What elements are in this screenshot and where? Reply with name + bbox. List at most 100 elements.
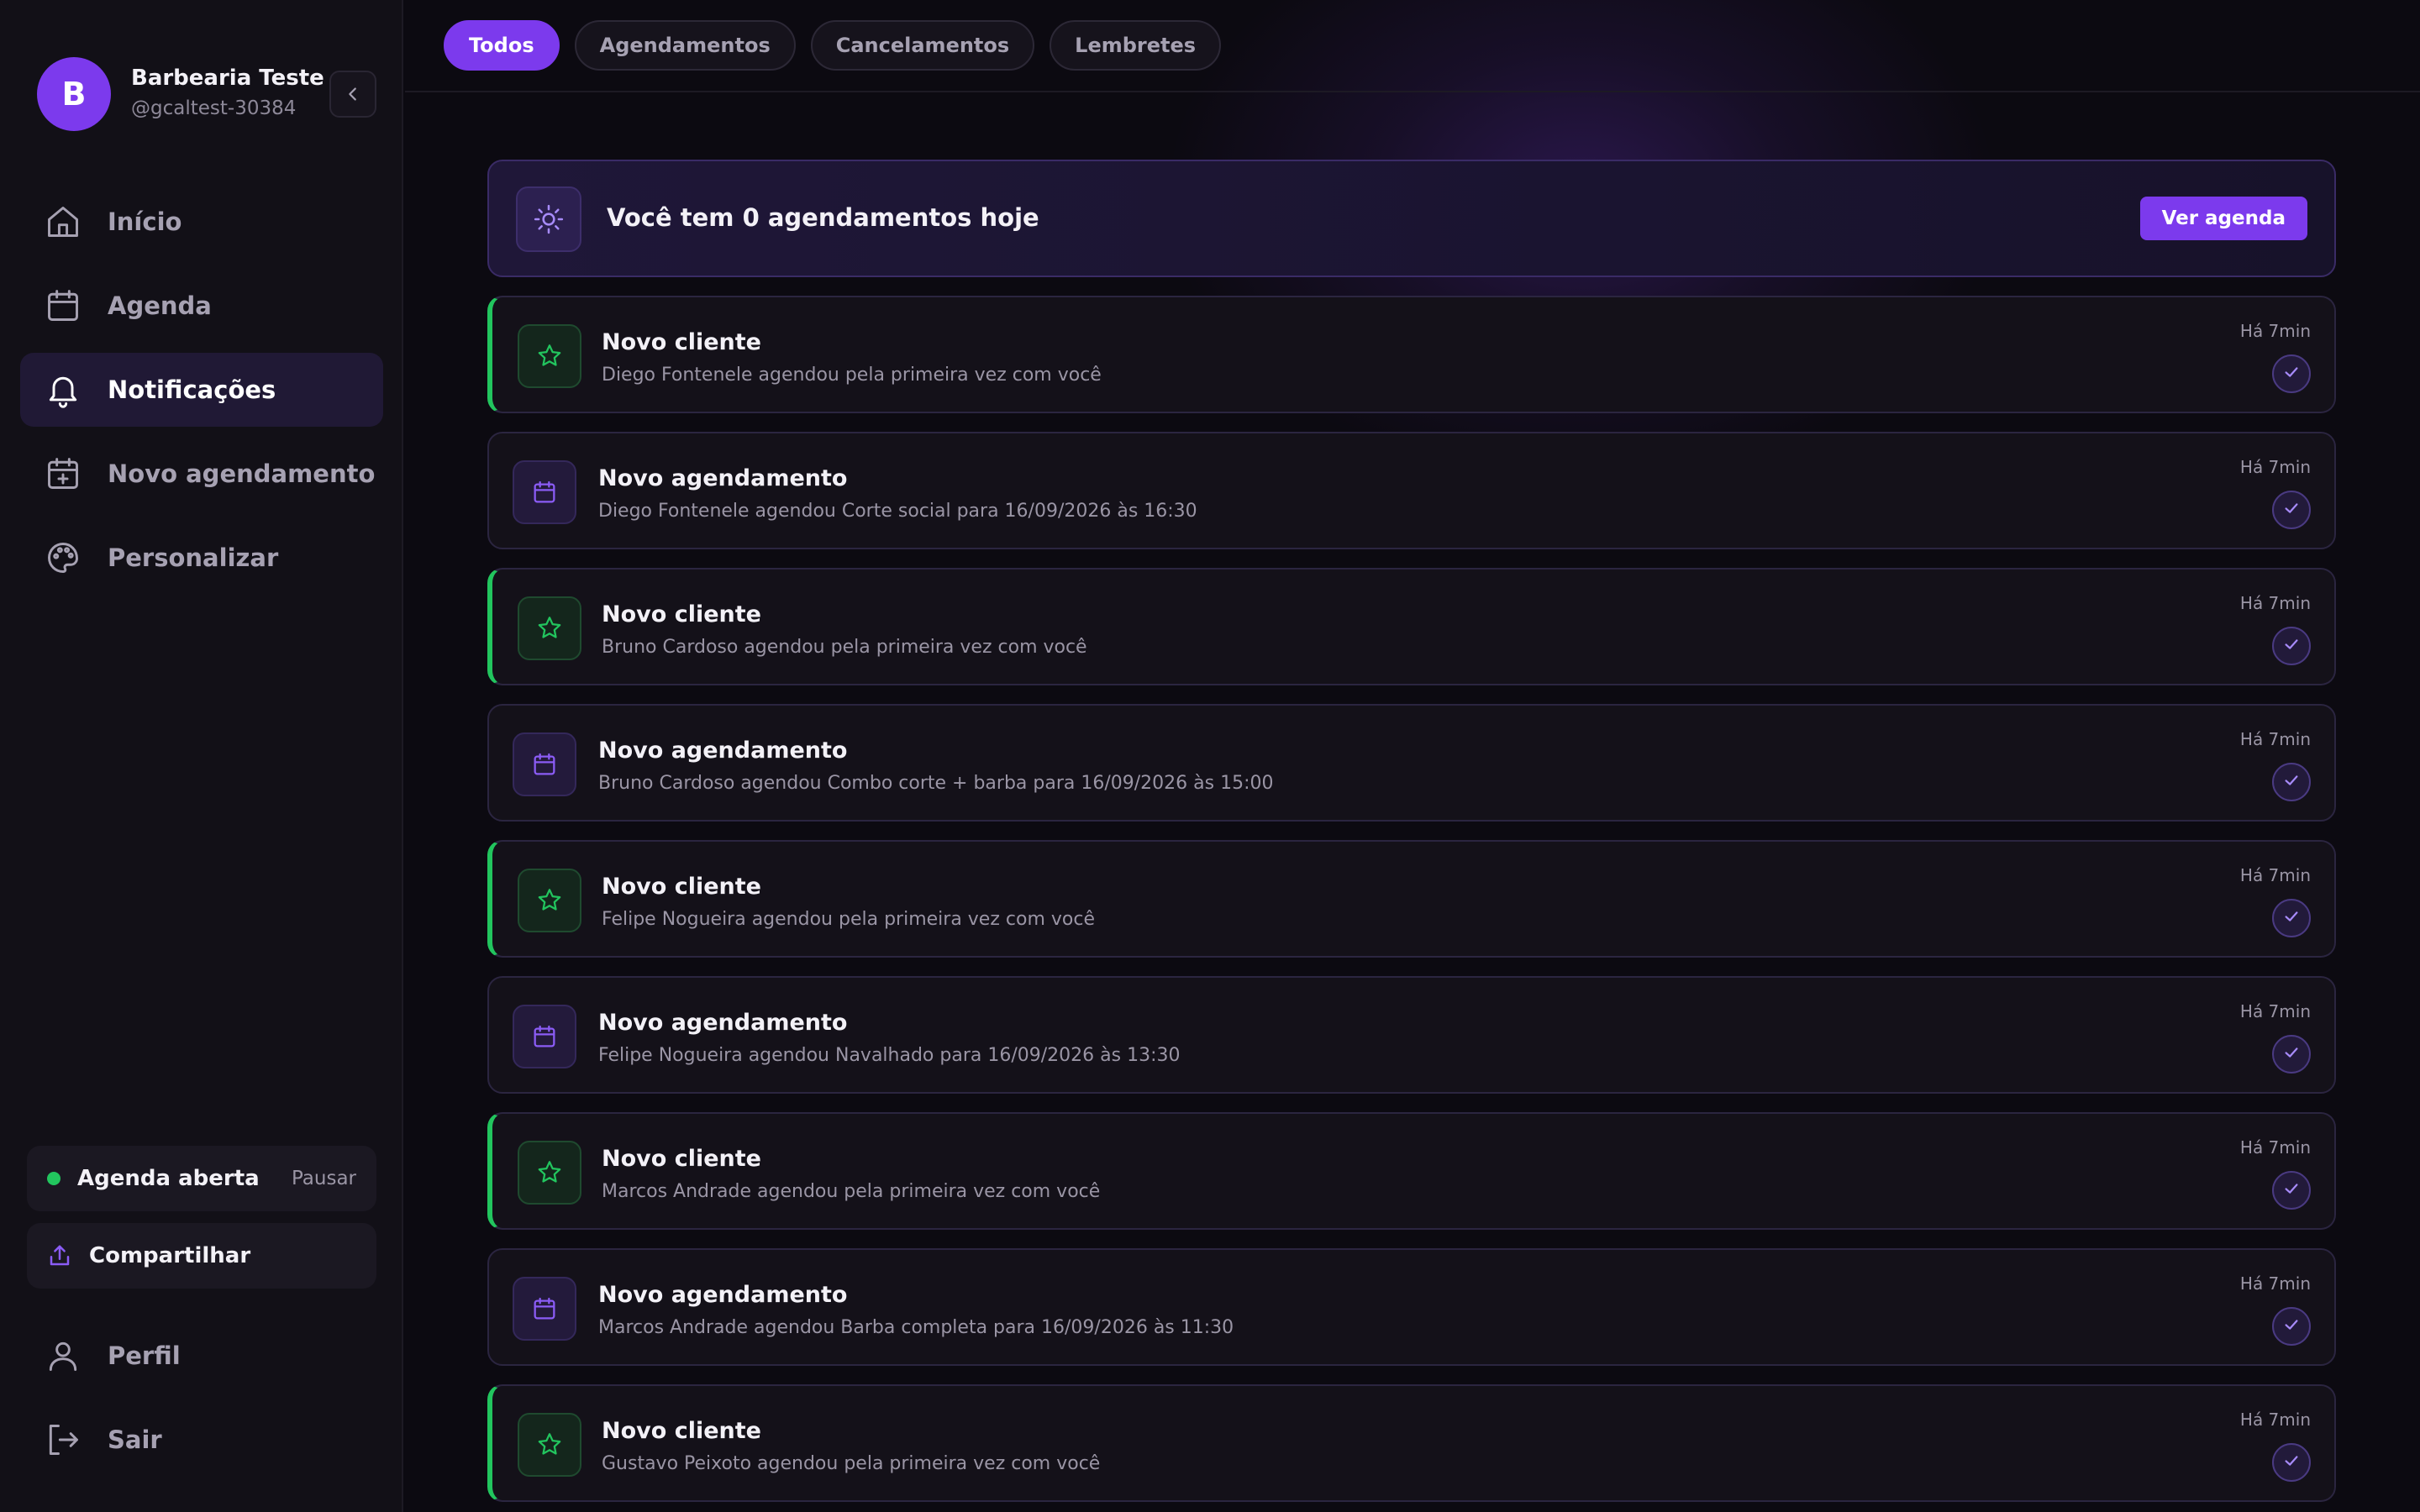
star-icon [518,869,581,932]
calendar-icon [513,732,576,796]
notification-item[interactable]: Novo cliente Felipe Nogueira agendou pela… [487,840,2336,958]
notification-list: Novo cliente Diego Fontenele agendou pela… [487,296,2336,1512]
avatar[interactable]: B [37,57,111,131]
notification-description: Bruno Cardoso agendou Combo corte + barb… [598,773,1274,794]
notification-time: Há 7min [2239,1001,2311,1021]
notification-item[interactable]: Novo agendamento Marcos Andrade agendou B… [487,1248,2336,1366]
calendar-icon [513,460,576,524]
sidebar-item-label: Sair [108,1425,162,1454]
check-icon [2282,363,2301,385]
share-label: Compartilhar [89,1243,251,1268]
view-agenda-button[interactable]: Ver agenda [2139,197,2307,240]
home-icon [44,202,82,241]
notification-title: Novo agendamento [598,1010,848,1036]
calendar-icon [513,1005,576,1068]
sidebar: B Barbearia Teste @gcaltest-30384 Início… [0,0,403,1512]
sun-icon [516,186,581,252]
mark-read-button[interactable] [2272,354,2311,393]
mark-read-button[interactable] [2272,1443,2311,1482]
notification-time: Há 7min [2239,1137,2311,1158]
sidebar-nav: Início Agenda Notificações Novo agendame… [20,185,383,605]
status-dot [47,1172,60,1185]
notification-title: Novo agendamento [598,465,848,491]
sidebar-item-sair[interactable]: Sair [20,1403,383,1477]
notification-title: Novo cliente [602,1146,761,1172]
profile-name: Barbearia Teste [131,66,324,91]
profile-header: B Barbearia Teste @gcaltest-30384 [37,57,376,131]
tab-lembretes[interactable]: Lembretes [1050,20,1222,71]
sidebar-item-label: Perfil [108,1341,181,1370]
sidebar-item-label: Personalizar [108,543,279,572]
share-button[interactable]: Compartilhar [27,1223,376,1289]
chevron-left-icon [349,87,356,101]
agenda-status: Agenda aberta Pausar [27,1146,376,1211]
notification-item[interactable]: Novo agendamento Diego Fontenele agendou … [487,432,2336,549]
notification-time: Há 7min [2239,729,2311,749]
mark-read-button[interactable] [2272,1307,2311,1346]
notification-time: Há 7min [2239,1273,2311,1294]
notification-title: Novo agendamento [598,738,848,764]
calendar-icon [44,286,82,325]
notification-item[interactable]: Novo cliente Marcos Andrade agendou pela … [487,1112,2336,1230]
check-icon [2282,1179,2301,1201]
profile-handle: @gcaltest-30384 [131,97,297,119]
notification-description: Felipe Nogueira agendou pela primeira ve… [602,909,1095,930]
check-icon [2282,771,2301,793]
check-icon [2282,1315,2301,1337]
notification-item[interactable]: Novo cliente Bruno Cardoso agendou pela p… [487,568,2336,685]
sidebar-item-notificacoes[interactable]: Notificações [20,353,383,427]
notification-description: Marcos Andrade agendou Barba completa pa… [598,1317,1234,1338]
check-icon [2282,499,2301,521]
mark-read-button[interactable] [2272,627,2311,665]
star-icon [518,596,581,660]
sidebar-item-label: Notificações [108,375,276,404]
mark-read-button[interactable] [2272,763,2311,801]
notification-time: Há 7min [2239,865,2311,885]
notification-description: Marcos Andrade agendou pela primeira vez… [602,1181,1101,1202]
check-icon [2282,907,2301,929]
sidebar-item-agenda[interactable]: Agenda [20,269,383,343]
sidebar-item-label: Início [108,207,182,236]
mark-read-button[interactable] [2272,1171,2311,1210]
sidebar-item-personalizar[interactable]: Personalizar [20,521,383,595]
mark-read-button[interactable] [2272,491,2311,529]
notification-title: Novo cliente [602,329,761,355]
share-icon [50,1245,70,1266]
notification-item[interactable]: Novo agendamento Felipe Nogueira agendou … [487,976,2336,1094]
notification-description: Felipe Nogueira agendou Navalhado para 1… [598,1045,1181,1066]
sidebar-item-label: Agenda [108,291,212,320]
sidebar-bottom-nav: Perfil Sair [20,1319,383,1487]
app-window: B Barbearia Teste @gcaltest-30384 Início… [0,0,2420,1512]
notification-description: Diego Fontenele agendou pela primeira ve… [602,365,1102,386]
today-summary-card: Você tem 0 agendamentos hoje Ver agenda [487,160,2336,277]
mark-read-button[interactable] [2272,1035,2311,1074]
notification-time: Há 7min [2239,593,2311,613]
pause-button[interactable]: Pausar [292,1168,356,1189]
star-icon [518,1141,581,1205]
tab-agendamentos[interactable]: Agendamentos [574,20,796,71]
notification-item[interactable]: Novo cliente Gustavo Peixoto agendou pela… [487,1384,2336,1502]
tab-cancelamentos[interactable]: Cancelamentos [810,20,1035,71]
notification-time: Há 7min [2239,321,2311,341]
notification-description: Bruno Cardoso agendou pela primeira vez … [602,637,1087,658]
notification-time: Há 7min [2239,1410,2311,1430]
notification-description: Gustavo Peixoto agendou pela primeira ve… [602,1453,1101,1474]
bell-icon [44,370,82,409]
check-icon [2282,635,2301,657]
sidebar-item-novo-agendamento[interactable]: Novo agendamento [20,437,383,511]
mark-read-button[interactable] [2272,899,2311,937]
main-content: Todos Agendamentos Cancelamentos Lembret… [405,0,2420,1512]
notification-item[interactable]: Novo cliente Diego Fontenele agendou pela… [487,296,2336,413]
sidebar-item-perfil[interactable]: Perfil [20,1319,383,1393]
notification-item[interactable]: Novo agendamento Bruno Cardoso agendou Co… [487,704,2336,822]
notification-title: Novo agendamento [598,1282,848,1308]
collapse-sidebar-button[interactable] [329,71,376,118]
tab-todos[interactable]: Todos [444,20,560,71]
sidebar-item-inicio[interactable]: Início [20,185,383,259]
today-summary-text: Você tem 0 agendamentos hoje [607,203,1039,232]
star-icon [518,324,581,388]
check-icon [2282,1452,2301,1473]
calendar-plus-icon [44,454,82,493]
calendar-icon [513,1277,576,1341]
agenda-status-label: Agenda aberta [77,1166,260,1191]
